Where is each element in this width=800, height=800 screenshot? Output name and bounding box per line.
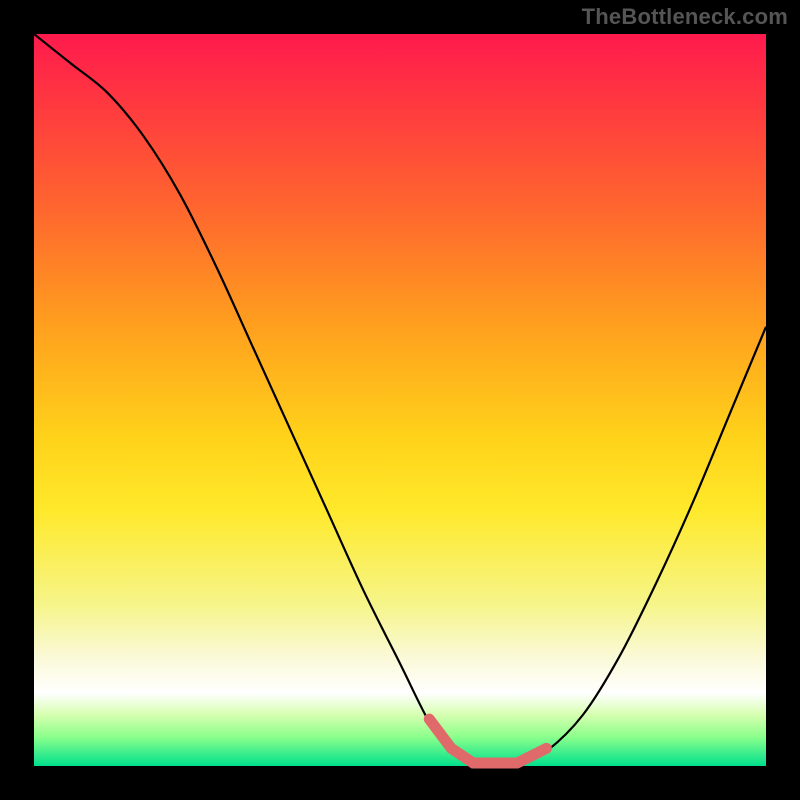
watermark-text: TheBottleneck.com: [582, 4, 788, 30]
optimum-marker: [429, 719, 546, 763]
bottleneck-curve-line: [34, 34, 766, 767]
bottleneck-curve-svg: [34, 34, 766, 766]
chart-plot-area: [34, 34, 766, 766]
